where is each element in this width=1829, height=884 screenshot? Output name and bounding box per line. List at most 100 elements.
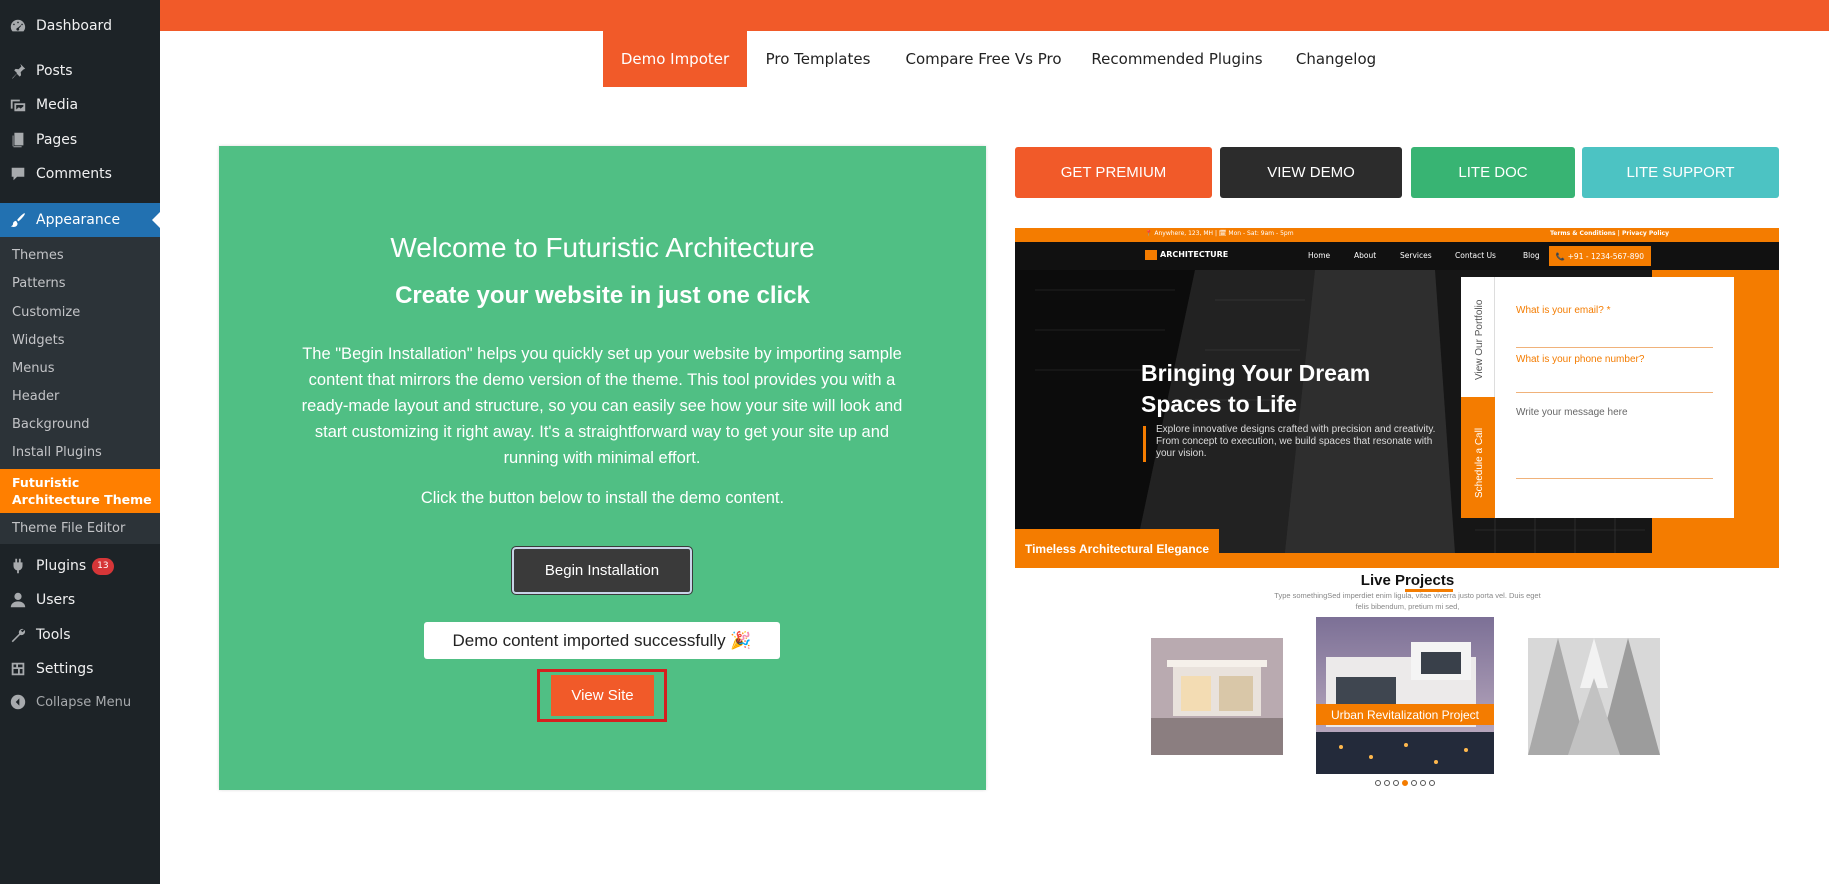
panel-description: The "Begin Installation" helps you quick…: [301, 345, 903, 467]
sidebar-item-tools[interactable]: Tools: [0, 618, 160, 652]
project-image-2[interactable]: [1316, 617, 1494, 774]
preview-nav-about: About: [1354, 251, 1377, 260]
top-accent-bar: [160, 0, 1829, 31]
preview-message-label: Write your message here: [1516, 407, 1628, 418]
screen: Dashboard Posts Media Pages Comments App…: [0, 0, 1829, 884]
sidebar-item-media[interactable]: Media: [0, 88, 160, 122]
preview-logo: ARCHITECTURE: [1160, 250, 1229, 259]
sidebar-item-users[interactable]: Users: [0, 583, 160, 617]
sidebar-item-appearance[interactable]: Appearance: [0, 203, 160, 237]
preview-email-line: [1516, 347, 1713, 348]
preview-nav-home: Home: [1308, 251, 1331, 260]
preview-caption: Timeless Architectural Elegance: [1015, 529, 1219, 568]
pages-icon: [0, 123, 36, 157]
submenu-item-themes[interactable]: Themes: [12, 248, 158, 263]
preview-topbar-left: 📍 Anywhere, 123, MH | 🗓 Mon - Sat: 9am -…: [1145, 230, 1294, 237]
carousel-dot[interactable]: [1420, 780, 1426, 786]
preview-navbar: ARCHITECTURE Home About Services Contact…: [1015, 242, 1779, 270]
theme-preview-image[interactable]: 📍 Anywhere, 123, MH | 🗓 Mon - Sat: 9am -…: [1015, 228, 1779, 568]
collapse-menu-label: Collapse Menu: [36, 694, 132, 710]
sidebar-item-comments[interactable]: Comments: [0, 157, 160, 191]
user-icon: [0, 583, 36, 617]
project-caption: Urban Revitalization Project: [1316, 704, 1494, 725]
submenu-item-theme-file-editor[interactable]: Theme File Editor: [12, 521, 158, 536]
admin-sidebar: Dashboard Posts Media Pages Comments App…: [0, 0, 160, 884]
plugin-icon: [0, 549, 36, 583]
carousel-dots: [1375, 780, 1435, 788]
tab-demo-importer[interactable]: Demo Impoter: [603, 31, 747, 87]
submenu-current-label: Futuristic Architecture Theme: [12, 475, 152, 507]
carousel-dot[interactable]: [1411, 780, 1417, 786]
sidebar-item-label: Plugins: [36, 558, 87, 574]
begin-installation-button[interactable]: Begin Installation: [511, 546, 693, 595]
tab-compare-free-vs-pro[interactable]: Compare Free Vs Pro: [896, 31, 1071, 87]
tab-recommended-plugins[interactable]: Recommended Plugins: [1088, 31, 1266, 87]
sidebar-item-label: Comments: [36, 166, 112, 182]
import-success-message: Demo content imported successfully 🎉: [424, 622, 780, 659]
tab-changelog[interactable]: Changelog: [1286, 31, 1386, 87]
project-image-1[interactable]: [1151, 638, 1283, 755]
sidebar-item-label: Users: [36, 592, 76, 608]
sidebar-item-label: Appearance: [36, 212, 121, 228]
preview-schedule-tab-label: Schedule a Call: [1474, 427, 1485, 498]
carousel-dot[interactable]: [1429, 780, 1435, 786]
villa-pool-image: [1316, 617, 1494, 774]
submenu-item-header[interactable]: Header: [12, 389, 158, 404]
brush-icon: [0, 203, 36, 237]
panel-subtitle: Create your website in just one click: [395, 282, 810, 309]
carousel-dot-active[interactable]: [1402, 780, 1408, 786]
preview-nav-services: Services: [1400, 251, 1432, 260]
live-projects-description: Type somethingSed imperdiet enim ligula,…: [1274, 591, 1541, 611]
tab-bar: Demo Impoter Pro Templates Compare Free …: [0, 31, 1829, 87]
preview-copy: Explore innovative designs crafted with …: [1156, 424, 1436, 459]
preview-nav-blog: Blog: [1523, 251, 1540, 260]
preview-message-line: [1516, 478, 1713, 479]
collapse-arrow-icon: [0, 685, 36, 719]
preview-email-label: What is your email? *: [1516, 305, 1611, 316]
submenu-item-install-plugins[interactable]: Install Plugins: [12, 445, 158, 460]
carousel-dot[interactable]: [1393, 780, 1399, 786]
carousel-dot[interactable]: [1384, 780, 1390, 786]
submenu-item-futuristic-architecture-theme[interactable]: Futuristic Architecture Theme: [0, 469, 160, 513]
collapse-menu-button[interactable]: Collapse Menu: [0, 685, 160, 719]
carousel-dot[interactable]: [1375, 780, 1381, 786]
preview-phone-label: What is your phone number?: [1516, 354, 1645, 365]
preview-copy-accent: [1143, 426, 1146, 462]
skyscrapers-image: [1528, 638, 1660, 755]
view-site-button[interactable]: View Site: [551, 675, 654, 716]
project-image-3[interactable]: [1528, 638, 1660, 755]
wrench-icon: [0, 618, 36, 652]
submenu-item-patterns[interactable]: Patterns: [12, 276, 158, 291]
submenu-item-customize[interactable]: Customize: [12, 305, 158, 320]
submenu-item-background[interactable]: Background: [12, 417, 158, 432]
preview-topbar-right: Terms & Conditions | Privacy Policy: [1550, 230, 1669, 237]
submenu-item-menus[interactable]: Menus: [12, 361, 158, 376]
comment-icon: [0, 157, 36, 191]
sidebar-item-label: Settings: [36, 661, 94, 677]
preview-heading: Bringing Your Dream Spaces to Life: [1141, 360, 1371, 417]
sidebar-item-label: Tools: [36, 627, 71, 643]
view-demo-button[interactable]: VIEW DEMO: [1220, 147, 1402, 198]
update-count-badge: 13: [92, 557, 114, 575]
lite-doc-button[interactable]: LITE DOC: [1411, 147, 1575, 198]
lite-support-button[interactable]: LITE SUPPORT: [1582, 147, 1779, 198]
live-projects-title: Live Projects: [1360, 572, 1455, 589]
preview-phone-line: [1516, 392, 1713, 393]
get-premium-button[interactable]: GET PREMIUM: [1015, 147, 1212, 198]
preview-logo-mark: [1145, 250, 1157, 260]
tab-pro-templates[interactable]: Pro Templates: [750, 31, 886, 87]
sidebar-item-plugins[interactable]: Plugins 13: [0, 549, 160, 583]
sidebar-item-label: Media: [36, 97, 79, 113]
sidebar-item-settings[interactable]: Settings: [0, 652, 160, 686]
preview-portfolio-tab-label: View Our Portfolio: [1474, 299, 1485, 380]
media-icon: [0, 88, 36, 122]
sidebar-item-pages[interactable]: Pages: [0, 123, 160, 157]
active-indicator: [152, 212, 160, 228]
modern-house-image: [1151, 638, 1283, 755]
panel-instruction: Click the button below to install the de…: [420, 489, 785, 507]
preview-nav-contact: Contact Us: [1455, 251, 1496, 260]
sidebar-item-label: Pages: [36, 132, 78, 148]
settings-icon: [0, 652, 36, 686]
preview-info-strip: 📍 Anywhere, 123, MH | 🗓 Mon - Sat: 9am -…: [1015, 228, 1779, 242]
submenu-item-widgets[interactable]: Widgets: [12, 333, 158, 348]
